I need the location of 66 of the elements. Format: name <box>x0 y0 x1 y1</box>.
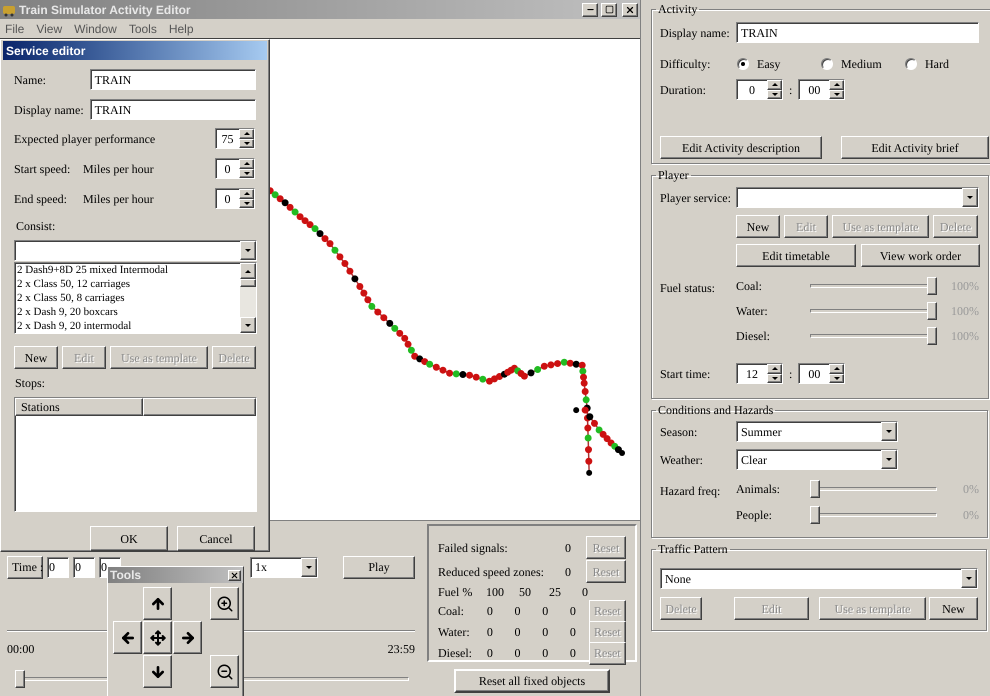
field-label: Failed signals: <box>438 540 509 556</box>
counter-value: 0 <box>568 624 577 641</box>
column-header: 50 <box>518 584 532 601</box>
field-label: Name: <box>14 72 47 88</box>
radio-label: Easy <box>757 56 780 73</box>
counter-value: 0 <box>564 540 572 556</box>
field-label: Diesel: <box>736 328 771 345</box>
field-label: Reduced speed zones: <box>438 564 545 580</box>
column-header: 25 <box>548 584 562 601</box>
field-label: Animals: <box>736 481 781 498</box>
column-header: Fuel % <box>438 584 474 601</box>
field-label: Diesel: <box>438 645 473 662</box>
field-label: People: <box>736 507 773 524</box>
field-label: End speed: <box>14 190 68 208</box>
counter-value: 0 <box>564 564 572 580</box>
counter-value: 0 <box>568 645 577 662</box>
field-label: Difficulty: <box>660 56 712 73</box>
field-label: Water: <box>438 624 471 641</box>
column-header: 0 <box>581 584 589 601</box>
tools-title: Tools <box>110 567 142 584</box>
field-label: Weather: <box>660 452 704 468</box>
field-label: Season: <box>660 424 698 440</box>
group-title: Traffic Pattern <box>657 541 729 558</box>
percent-reading: 100% <box>950 328 979 345</box>
field-label: Coal: <box>438 603 465 620</box>
percent-reading: 100% <box>950 278 979 295</box>
percent-reading: 0% <box>962 507 979 524</box>
counter-value: 0 <box>541 624 550 641</box>
field-label: Start speed: <box>14 160 72 178</box>
field-label: Display name: <box>14 102 85 118</box>
field-label: Water: <box>736 303 769 320</box>
column-header: 100 <box>485 584 505 601</box>
percent-reading: 100% <box>950 303 979 320</box>
field-label: Start time: <box>660 366 712 382</box>
group-title: Conditions and Hazards <box>657 402 774 419</box>
unit-label: Miles per hour <box>83 190 155 208</box>
counter-value: 0 <box>514 624 522 641</box>
field-label: Consist: <box>16 218 56 235</box>
radio-label: Medium <box>841 56 882 73</box>
counter-value: 0 <box>486 624 494 641</box>
field-label: Expected player performance <box>14 130 156 148</box>
field-label: Fuel status: <box>660 280 716 297</box>
field-label: Coal: <box>736 278 763 295</box>
percent-reading: 0% <box>962 481 979 498</box>
time-separator: : <box>789 366 792 382</box>
counter-value: 0 <box>541 603 550 620</box>
field-label: Player service: <box>660 190 732 206</box>
counter-value: 0 <box>514 645 522 662</box>
counter-value: 0 <box>486 645 494 662</box>
unit-label: Miles per hour <box>83 160 155 178</box>
counter-value: 0 <box>514 603 522 620</box>
counter-value: 0 <box>568 603 577 620</box>
field-label: Stops: <box>15 375 46 392</box>
field-label: Hazard freq: <box>660 483 722 500</box>
window-title: Train Simulator Activity Editor <box>19 2 192 18</box>
dialog-title: Service editor <box>6 42 86 60</box>
end-time-label: 23:59 <box>388 641 415 658</box>
group-title: Player <box>657 167 690 184</box>
field-label: Duration: <box>660 82 707 98</box>
field-label: Display name: <box>660 24 731 42</box>
group-title: Activity <box>657 1 698 18</box>
start-time-label: 00:00 <box>7 641 34 658</box>
counter-value: 0 <box>541 645 550 662</box>
time-separator: : <box>789 82 792 98</box>
counter-value: 0 <box>486 603 494 620</box>
radio-label: Hard <box>925 56 949 73</box>
